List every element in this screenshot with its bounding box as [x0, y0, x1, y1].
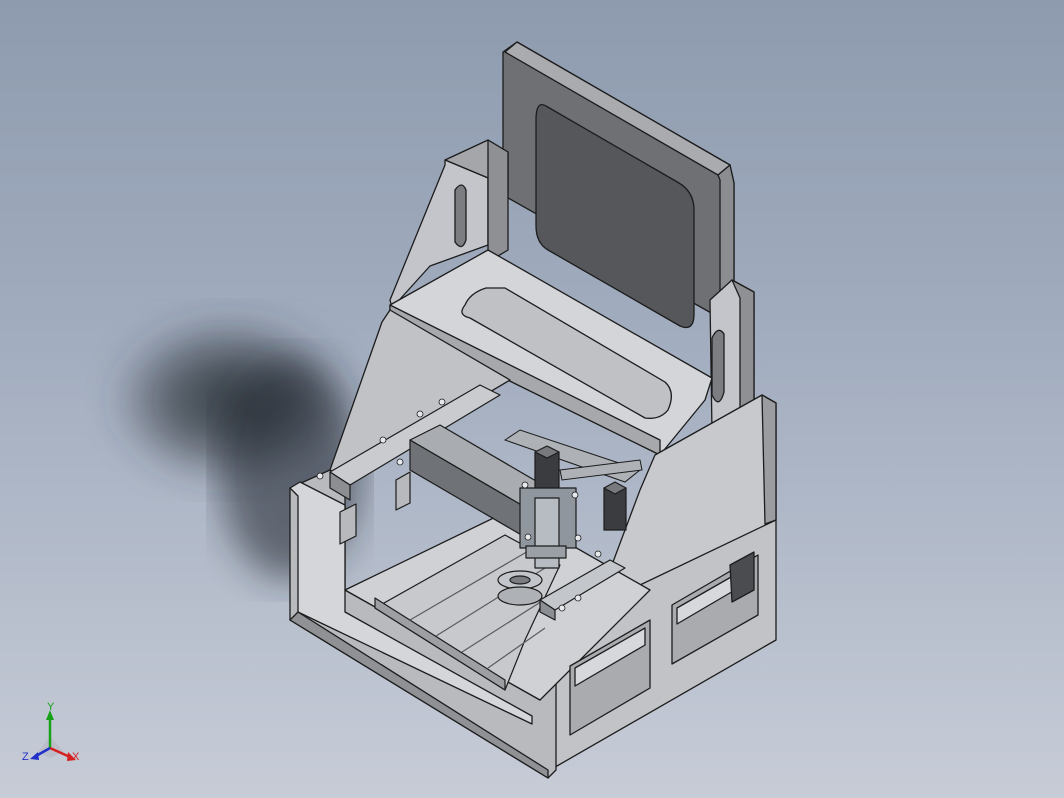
z-axis-label: Z — [22, 751, 29, 763]
right-bracket-slot — [711, 329, 725, 403]
x-axis-label: X — [72, 751, 80, 763]
x-motor[interactable] — [603, 481, 627, 531]
cable-chain — [503, 429, 643, 483]
cnc-machine-model[interactable]: Y X Z — [0, 0, 1064, 798]
orientation-triad: Y X Z — [22, 701, 80, 763]
cad-viewport[interactable]: Y X Z — [0, 0, 1064, 798]
left-bracket-slot — [454, 184, 467, 248]
y-axis-label: Y — [47, 701, 55, 713]
